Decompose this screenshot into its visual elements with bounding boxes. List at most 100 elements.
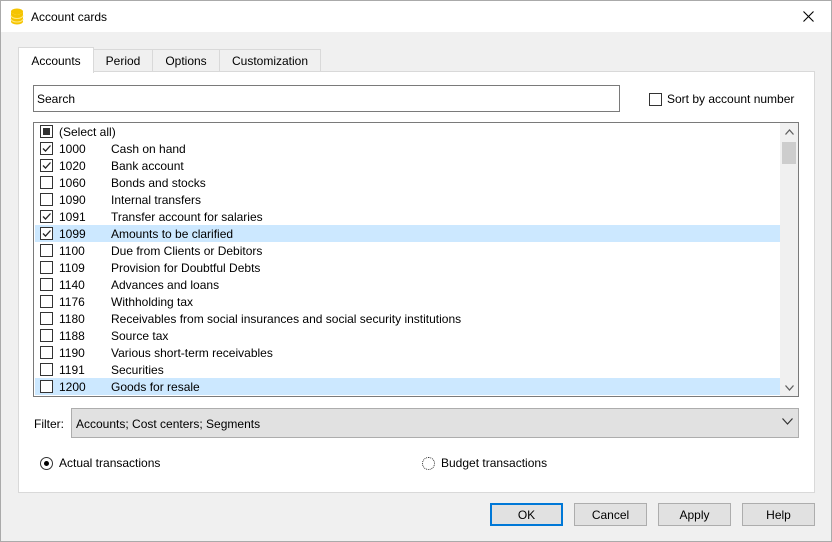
select-all-label: (Select all) — [59, 124, 116, 139]
help-button[interactable]: Help — [742, 503, 815, 526]
window-title: Account cards — [31, 10, 108, 24]
tab-label: Accounts — [31, 53, 81, 68]
account-name: Internal transfers — [111, 192, 202, 207]
cancel-label: Cancel — [591, 507, 630, 522]
account-number: 1200 — [59, 379, 86, 394]
actual-transactions-label: Actual transactions — [59, 456, 161, 470]
account-name: Goods for resale — [111, 379, 200, 394]
list-item[interactable]: 1100 Due from Clients or Debitors — [35, 242, 780, 259]
chevron-down-icon — [784, 384, 794, 391]
account-number: 1000 — [59, 141, 86, 156]
list-item[interactable]: 1000 Cash on hand — [35, 140, 780, 157]
list-item-checkbox[interactable] — [40, 227, 53, 240]
account-name: Bank account — [111, 158, 184, 173]
ok-button[interactable]: OK — [490, 503, 563, 526]
list-item-checkbox[interactable] — [40, 193, 53, 206]
chevron-up-icon — [784, 128, 794, 135]
close-button[interactable] — [785, 1, 831, 32]
list-item-checkbox[interactable] — [40, 142, 53, 155]
list-item[interactable]: 1190 Various short-term receivables — [35, 344, 780, 361]
account-name: Various short-term receivables — [111, 345, 273, 360]
account-number: 1109 — [59, 260, 85, 275]
select-all-checkbox[interactable] — [40, 125, 53, 138]
coins-icon — [10, 8, 24, 25]
account-number: 1100 — [59, 243, 85, 258]
scroll-down-button[interactable] — [780, 379, 798, 396]
list-item[interactable]: 1200 Goods for resale — [35, 378, 780, 395]
list-item-checkbox[interactable] — [40, 244, 53, 257]
search-input[interactable] — [33, 85, 620, 112]
list-item-checkbox[interactable] — [40, 159, 53, 172]
close-icon — [802, 11, 814, 22]
list-item-checkbox[interactable] — [40, 380, 53, 393]
list-item[interactable]: 1176 Withholding tax — [35, 293, 780, 310]
title-bar: Account cards — [1, 1, 831, 32]
list-item-checkbox[interactable] — [40, 295, 53, 308]
apply-button[interactable]: Apply — [658, 503, 731, 526]
scroll-thumb[interactable] — [782, 142, 796, 164]
list-item[interactable]: 1060 Bonds and stocks — [35, 174, 780, 191]
list-item-checkbox[interactable] — [40, 210, 53, 223]
list-item[interactable]: 1099 Amounts to be clarified — [35, 225, 780, 242]
tab-accounts[interactable]: Accounts — [18, 47, 94, 73]
list-item[interactable]: 1090 Internal transfers — [35, 191, 780, 208]
tab-period[interactable]: Period — [93, 49, 153, 72]
account-name: Transfer account for salaries — [111, 209, 263, 224]
list-item-checkbox[interactable] — [40, 261, 53, 274]
list-scrollbar[interactable] — [780, 123, 798, 396]
sort-checkbox-box[interactable] — [649, 92, 662, 106]
select-all-row[interactable]: (Select all) — [35, 123, 780, 140]
list-item-checkbox[interactable] — [40, 329, 53, 342]
list-item[interactable]: 1191 Securities — [35, 361, 780, 378]
apply-label: Apply — [679, 507, 710, 522]
list-item-checkbox[interactable] — [40, 312, 53, 325]
actual-radio-circle[interactable] — [40, 456, 53, 470]
account-number: 1090 — [59, 192, 86, 207]
list-item-checkbox[interactable] — [40, 176, 53, 189]
cancel-button[interactable]: Cancel — [574, 503, 647, 526]
actual-transactions-radio[interactable]: Actual transactions — [40, 456, 160, 470]
account-number: 1060 — [59, 175, 86, 190]
account-number: 1190 — [59, 345, 85, 360]
filter-label: Filter: — [34, 417, 64, 431]
account-name: Bonds and stocks — [111, 175, 206, 190]
tab-options[interactable]: Options — [152, 49, 220, 72]
list-item-checkbox[interactable] — [40, 346, 53, 359]
accounts-panel: Sort by account number (Select all) 1000… — [18, 71, 815, 493]
account-name: Withholding tax — [111, 294, 194, 309]
filter-value: Accounts; Cost centers; Segments — [76, 417, 261, 431]
list-item-checkbox[interactable] — [40, 278, 53, 291]
list-item[interactable]: 1188 Source tax — [35, 327, 780, 344]
budget-radio-circle[interactable] — [422, 456, 435, 470]
tab-label: Options — [165, 54, 207, 68]
tab-customization[interactable]: Customization — [219, 49, 321, 72]
list-item[interactable]: 1180 Receivables from social insurances a… — [35, 310, 780, 327]
account-name: Source tax — [111, 328, 169, 343]
chevron-down-icon — [782, 418, 793, 425]
account-name: Provision for Doubtful Debts — [111, 260, 261, 275]
list-item[interactable]: 1140 Advances and loans — [35, 276, 780, 293]
help-label: Help — [766, 507, 791, 522]
account-number: 1176 — [59, 294, 85, 309]
account-number: 1188 — [59, 328, 85, 343]
account-number: 1020 — [59, 158, 86, 173]
tab-label: Customization — [231, 54, 309, 68]
account-number: 1099 — [59, 226, 86, 241]
list-item[interactable]: 1091 Transfer account for salaries — [35, 208, 780, 225]
account-name: Securities — [111, 362, 164, 377]
scroll-up-button[interactable] — [780, 123, 798, 140]
account-number: 1140 — [59, 277, 85, 292]
account-name: Due from Clients or Debitors — [111, 243, 263, 258]
account-list[interactable]: (Select all) 1000 Cash on hand 1020 Bank ac… — [33, 122, 799, 397]
list-item-checkbox[interactable] — [40, 363, 53, 376]
sort-label: Sort by account number — [667, 92, 795, 106]
list-item[interactable]: 1020 Bank account — [35, 157, 780, 174]
account-number: 1091 — [59, 209, 86, 224]
list-item[interactable]: 1109 Provision for Doubtful Debts — [35, 259, 780, 276]
budget-transactions-radio[interactable]: Budget transactions — [422, 456, 547, 470]
filter-select[interactable]: Accounts; Cost centers; Segments — [71, 408, 799, 438]
account-name: Receivables from social insurances and s… — [111, 311, 462, 326]
account-number: 1180 — [59, 311, 85, 326]
tab-label: Period — [105, 54, 141, 68]
sort-by-number-checkbox[interactable]: Sort by account number — [649, 92, 794, 106]
